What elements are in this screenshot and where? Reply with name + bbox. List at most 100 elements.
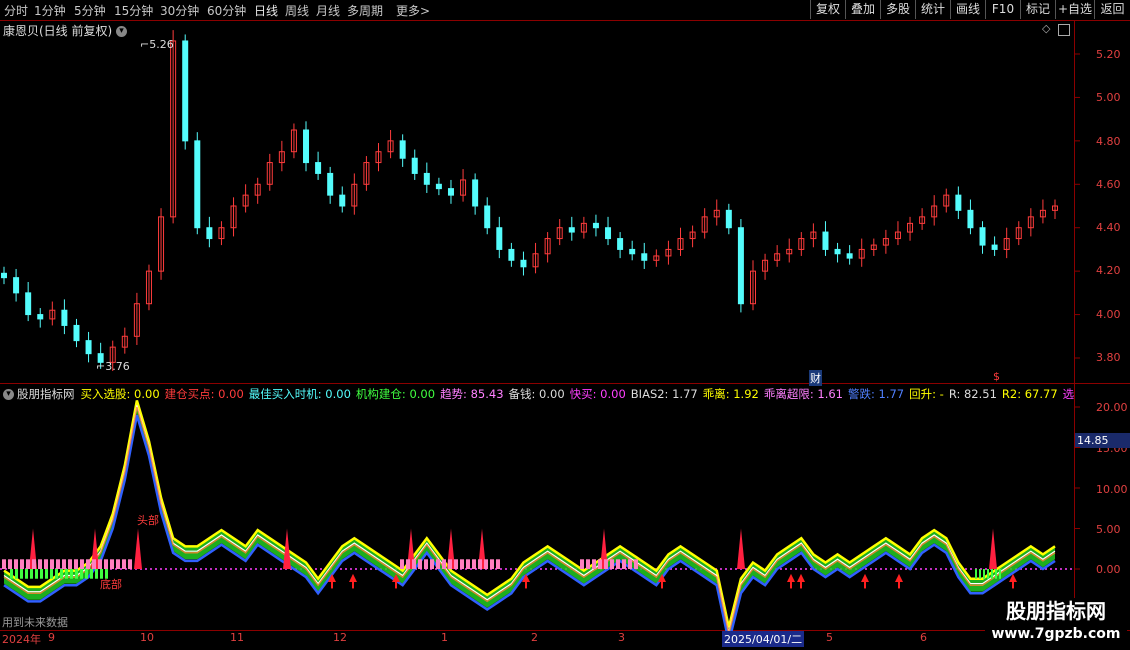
candle-body — [725, 209, 732, 229]
grid-lines — [1074, 53, 1080, 359]
time-label: 2024年 — [2, 633, 41, 646]
finance-marker[interactable]: 财 — [809, 370, 822, 386]
indicator-value: 最佳买入时机: 0.00 — [248, 387, 351, 401]
buy-arrow-head — [861, 573, 869, 582]
green-bar — [60, 569, 63, 579]
signal-spike — [134, 528, 142, 569]
candle-body — [25, 292, 32, 316]
green-bar — [987, 569, 989, 579]
candle-body — [496, 227, 503, 250]
green-bar — [95, 569, 98, 579]
pink-bar — [26, 559, 30, 569]
indicator-values: 买入选股: 0.00 建仓买点: 0.00 最佳买入时机: 0.00 机构建仓: 0.… — [81, 387, 1075, 401]
pink-bar — [400, 559, 404, 569]
pink-bar — [478, 559, 482, 569]
candle-body — [206, 227, 213, 240]
pink-bar — [406, 559, 410, 569]
pink-bar — [598, 559, 602, 569]
pink-bar — [50, 559, 54, 569]
pink-bar — [436, 559, 440, 569]
signal-spike — [737, 528, 745, 569]
pink-bar — [604, 559, 608, 569]
indicator-value: 选底: 0 — [1062, 387, 1074, 401]
indicator-value: 乖离: 1.92 — [702, 387, 759, 401]
candle-body — [1, 272, 7, 279]
pink-bar — [460, 559, 464, 569]
green-bar — [40, 569, 43, 579]
candle-body — [737, 227, 744, 305]
chart-canvas — [0, 30, 1080, 643]
pink-bar — [110, 559, 114, 569]
pink-bar — [484, 559, 488, 569]
candle-body — [846, 253, 853, 259]
time-label: 1 — [441, 631, 448, 644]
time-label: 12 — [333, 631, 347, 644]
buy-arrow-head — [797, 573, 805, 582]
pink-bar — [92, 559, 96, 569]
pink-bar — [38, 559, 42, 569]
pink-bar — [116, 559, 120, 569]
candle-body — [37, 314, 44, 320]
indicator-name[interactable]: 股朋指标网 — [17, 387, 75, 401]
high-value: 5.26 — [149, 38, 174, 51]
indicator-legend: ▾ 股朋指标网 买入选股: 0.00 建仓买点: 0.00 最佳买入时机: 0.00 机构… — [0, 386, 1074, 402]
time-label: 5 — [826, 631, 833, 644]
pink-bar — [430, 559, 434, 569]
candle-body — [568, 227, 575, 233]
indicator-value: R2: 67.77 — [1001, 387, 1058, 401]
green-bar — [979, 569, 981, 579]
trend-band — [4, 400, 1055, 641]
candle-body — [423, 172, 430, 185]
indicator-value: 机构建仓: 0.00 — [355, 387, 436, 401]
pink-bar — [20, 559, 24, 569]
pink-bar — [62, 559, 66, 569]
pink-bar — [616, 559, 620, 569]
candle-body — [822, 231, 829, 250]
time-label-highlight: 2025/04/01/二 — [722, 631, 805, 647]
green-bar — [50, 569, 53, 579]
pink-bar — [442, 559, 446, 569]
buy-arrow-head — [895, 573, 903, 582]
pink-bar — [586, 559, 590, 569]
green-bar — [995, 569, 997, 579]
high-price-label: ⌐5.26 — [140, 38, 174, 51]
pink-bar — [32, 559, 36, 569]
green-bar — [20, 569, 23, 579]
candle-body — [411, 157, 418, 174]
candle-body — [85, 340, 92, 355]
candlestick-series — [1, 30, 1058, 372]
candle-body — [955, 194, 962, 211]
dividend-marker[interactable]: $ — [993, 370, 1000, 383]
green-bar — [30, 569, 33, 579]
green-bar — [975, 569, 977, 579]
future-data-note: 用到未来数据 — [2, 616, 68, 629]
candle-body — [194, 140, 201, 229]
green-bar — [983, 569, 985, 579]
indicator-value: 趋势: 85.43 — [440, 387, 504, 401]
candle-body — [399, 140, 406, 159]
candle-body — [592, 222, 599, 229]
pink-bar — [448, 559, 452, 569]
green-bar — [80, 569, 83, 579]
time-label: 11 — [230, 631, 244, 644]
low-marker: ⌐ — [96, 360, 106, 373]
candle-body — [61, 309, 68, 326]
pink-bar — [628, 559, 632, 569]
candle-body — [339, 194, 346, 207]
green-bar — [65, 569, 68, 579]
pink-bar — [68, 559, 72, 569]
green-bar — [85, 569, 88, 579]
green-bar — [70, 569, 73, 579]
green-bar — [25, 569, 28, 579]
candle-body — [605, 227, 612, 240]
pink-bar — [128, 559, 132, 569]
candle-body — [315, 162, 322, 174]
pink-bar — [8, 559, 12, 569]
indicator-value: 乖离超限: 1.61 — [763, 387, 843, 401]
high-marker: ⌐ — [140, 38, 150, 51]
dropdown-icon[interactable]: ▾ — [3, 389, 14, 400]
indicator-value: 买入选股: 0.00 — [80, 387, 160, 401]
top-annotation: 头部 — [137, 514, 159, 527]
slow-line — [3, 414, 1056, 643]
time-axis: 2024年 9 10 11 12 1 2 3 2025/04/01/二 5 6 — [0, 630, 1074, 650]
